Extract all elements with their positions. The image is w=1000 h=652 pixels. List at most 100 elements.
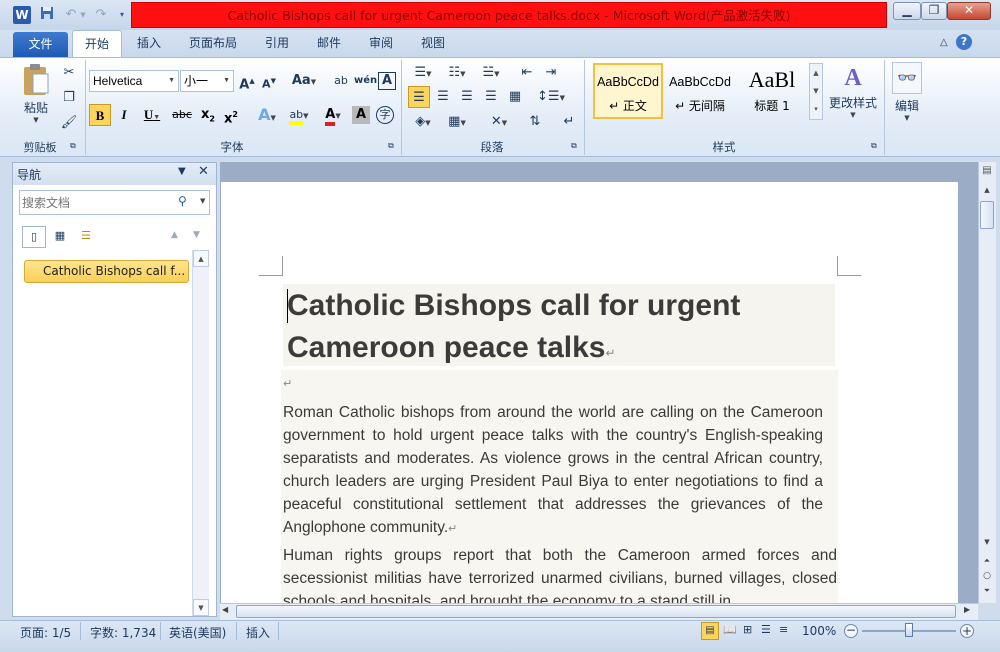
subscript-icon[interactable]: x2 bbox=[197, 104, 219, 126]
styles-scroll[interactable]: ▲ ▼ ▾ bbox=[809, 63, 823, 120]
document-paragraph-2[interactable]: Human rights groups report that both the… bbox=[283, 544, 837, 603]
tab-mailings[interactable]: 邮件 bbox=[308, 30, 350, 57]
horizontal-scroll-thumb[interactable] bbox=[236, 605, 956, 618]
clear-formatting-icon[interactable]: ab bbox=[330, 70, 352, 92]
text-effects-icon[interactable]: A▼ bbox=[252, 104, 282, 126]
word-app-icon[interactable]: W bbox=[13, 6, 31, 24]
nav-tab-pages[interactable]: ▦ bbox=[48, 226, 72, 248]
chinese-layout-icon[interactable]: ✕▼ bbox=[484, 111, 514, 133]
bold-icon[interactable]: B bbox=[89, 104, 111, 126]
nav-search-input[interactable] bbox=[22, 192, 172, 213]
justify-icon[interactable]: ☰ bbox=[480, 86, 502, 108]
styles-launcher-icon[interactable]: ⧉ bbox=[871, 141, 877, 151]
nav-close-icon[interactable]: ✕ bbox=[198, 164, 209, 179]
paragraph-launcher-icon[interactable]: ⧉ bbox=[571, 141, 577, 151]
nav-tab-headings[interactable]: ▯ bbox=[22, 226, 46, 248]
tab-home[interactable]: 开始 bbox=[72, 30, 122, 57]
save-icon[interactable] bbox=[38, 6, 56, 24]
tab-insert[interactable]: 插入 bbox=[128, 30, 170, 57]
sort-icon[interactable]: ⇅ bbox=[524, 111, 546, 133]
shading-icon[interactable]: ◈▼ bbox=[408, 111, 438, 133]
character-border-icon[interactable]: A bbox=[378, 72, 396, 90]
restore-button[interactable]: ❐ bbox=[921, 2, 947, 20]
scroll-left-icon[interactable]: ◀ bbox=[222, 605, 228, 614]
borders-icon[interactable]: ▦▼ bbox=[442, 111, 472, 133]
status-words[interactable]: 字数: 1,734 bbox=[90, 624, 156, 641]
superscript-icon[interactable]: x2 bbox=[220, 104, 242, 126]
scroll-up-icon[interactable]: ▲ bbox=[980, 186, 994, 194]
browse-object-icon[interactable]: ○ bbox=[980, 571, 994, 581]
zoom-slider-thumb[interactable] bbox=[905, 623, 913, 637]
tab-view[interactable]: 视图 bbox=[412, 30, 454, 57]
multilevel-list-icon[interactable]: ☱▼ bbox=[476, 62, 506, 84]
nav-next-icon[interactable]: ▼ bbox=[193, 230, 200, 240]
style-normal[interactable]: AaBbCcDd ↵ 正文 bbox=[593, 63, 663, 119]
italic-icon[interactable]: I bbox=[113, 104, 135, 126]
align-left-icon[interactable]: ☰ bbox=[408, 86, 430, 108]
minimize-button[interactable]: ▁ bbox=[893, 2, 921, 20]
paste-button[interactable]: 粘贴 ▼ bbox=[16, 62, 56, 128]
font-color-icon[interactable]: A▼ bbox=[318, 104, 348, 126]
tab-page-layout[interactable]: 页面布局 bbox=[182, 30, 244, 57]
highlight-color-icon[interactable]: ab▼ bbox=[284, 104, 314, 126]
redo-icon[interactable]: ↷ bbox=[92, 6, 110, 24]
customize-qat-icon[interactable]: ▾ bbox=[116, 6, 128, 24]
outline-view-icon[interactable]: ☰ bbox=[761, 623, 771, 636]
show-formatting-marks-icon[interactable]: ↵ bbox=[558, 111, 580, 133]
previous-page-icon[interactable]: ⏶ bbox=[980, 556, 994, 566]
vertical-scroll-thumb[interactable] bbox=[980, 201, 994, 229]
decrease-indent-icon[interactable]: ⇤ bbox=[516, 62, 538, 84]
bullets-icon[interactable]: ☰▼ bbox=[408, 62, 438, 84]
strikethrough-icon[interactable]: abc bbox=[171, 104, 193, 126]
align-center-icon[interactable]: ☰ bbox=[432, 86, 454, 108]
tab-review[interactable]: 审阅 bbox=[360, 30, 402, 57]
grow-font-icon[interactable]: A▲ bbox=[236, 70, 258, 92]
nav-scrollbar[interactable]: ▲ ▼ bbox=[192, 250, 209, 616]
underline-icon[interactable]: U▼ bbox=[137, 104, 167, 126]
style-no-spacing[interactable]: AaBbCcDd ↵ 无间隔 bbox=[665, 63, 735, 119]
undo-dropdown-icon[interactable]: ▼ bbox=[78, 6, 88, 24]
search-dropdown-icon[interactable]: ▼ bbox=[200, 197, 205, 205]
change-styles-button[interactable]: A 更改样式 ▼ bbox=[826, 62, 880, 128]
numbering-icon[interactable]: ☷▼ bbox=[442, 62, 472, 84]
align-right-icon[interactable]: ☰ bbox=[456, 86, 478, 108]
ruler-toggle-icon[interactable]: ▤ bbox=[979, 165, 995, 183]
zoom-out-icon[interactable]: − bbox=[844, 624, 858, 638]
nav-heading-item[interactable]: Catholic Bishops call f... bbox=[24, 260, 189, 283]
zoom-level[interactable]: 100% bbox=[802, 624, 836, 638]
editing-button[interactable]: 👓 编辑 ▼ bbox=[888, 62, 926, 128]
phonetic-guide-icon[interactable]: wén bbox=[354, 70, 377, 92]
increase-indent-icon[interactable]: ⇥ bbox=[540, 62, 562, 84]
full-screen-reading-view-icon[interactable]: 📖 bbox=[723, 623, 737, 636]
font-name-combo[interactable]: Helvetica ▼ bbox=[89, 70, 179, 92]
close-button[interactable]: ✕ bbox=[947, 2, 991, 20]
nav-options-icon[interactable]: ▼ bbox=[178, 166, 186, 177]
character-shading-icon[interactable]: A bbox=[352, 106, 370, 124]
nav-tab-results[interactable]: ☰ bbox=[74, 226, 98, 248]
status-insert-mode[interactable]: 插入 bbox=[246, 624, 270, 641]
change-case-icon[interactable]: Aa▼ bbox=[290, 70, 318, 92]
shrink-font-icon[interactable]: A▼ bbox=[258, 70, 280, 92]
tab-file[interactable]: 文件 bbox=[13, 32, 68, 57]
scroll-right-icon[interactable]: ▶ bbox=[964, 605, 970, 614]
style-heading-1[interactable]: AaBl 标题 1 bbox=[737, 63, 807, 119]
format-painter-icon[interactable]: 🖌 bbox=[58, 112, 80, 134]
distributed-icon[interactable]: ▦ bbox=[504, 86, 526, 108]
draft-view-icon[interactable]: ≡ bbox=[779, 623, 788, 636]
copy-icon[interactable]: ❐ bbox=[58, 87, 80, 109]
zoom-in-icon[interactable]: + bbox=[960, 624, 974, 638]
clipboard-launcher-icon[interactable]: ⧉ bbox=[70, 141, 76, 151]
cut-icon[interactable]: ✂ bbox=[58, 62, 80, 84]
paste-dropdown-icon[interactable]: ▼ bbox=[16, 116, 56, 124]
web-layout-view-icon[interactable]: ⊞ bbox=[743, 623, 752, 636]
print-layout-view-icon[interactable]: ▤ bbox=[701, 622, 719, 640]
nav-search-box[interactable]: ⚲ ▼ bbox=[19, 190, 210, 215]
enclose-characters-icon[interactable]: 字 bbox=[376, 106, 394, 124]
nav-previous-icon[interactable]: ▲ bbox=[171, 230, 178, 240]
status-language[interactable]: 英语(美国) bbox=[169, 624, 226, 641]
font-size-combo[interactable]: 小一 ▼ bbox=[180, 70, 234, 92]
search-icon[interactable]: ⚲ bbox=[178, 194, 187, 208]
help-icon[interactable]: ? bbox=[956, 34, 972, 50]
line-spacing-icon[interactable]: ↕☰▼ bbox=[536, 86, 566, 108]
next-page-icon[interactable]: ⏷ bbox=[980, 586, 994, 596]
